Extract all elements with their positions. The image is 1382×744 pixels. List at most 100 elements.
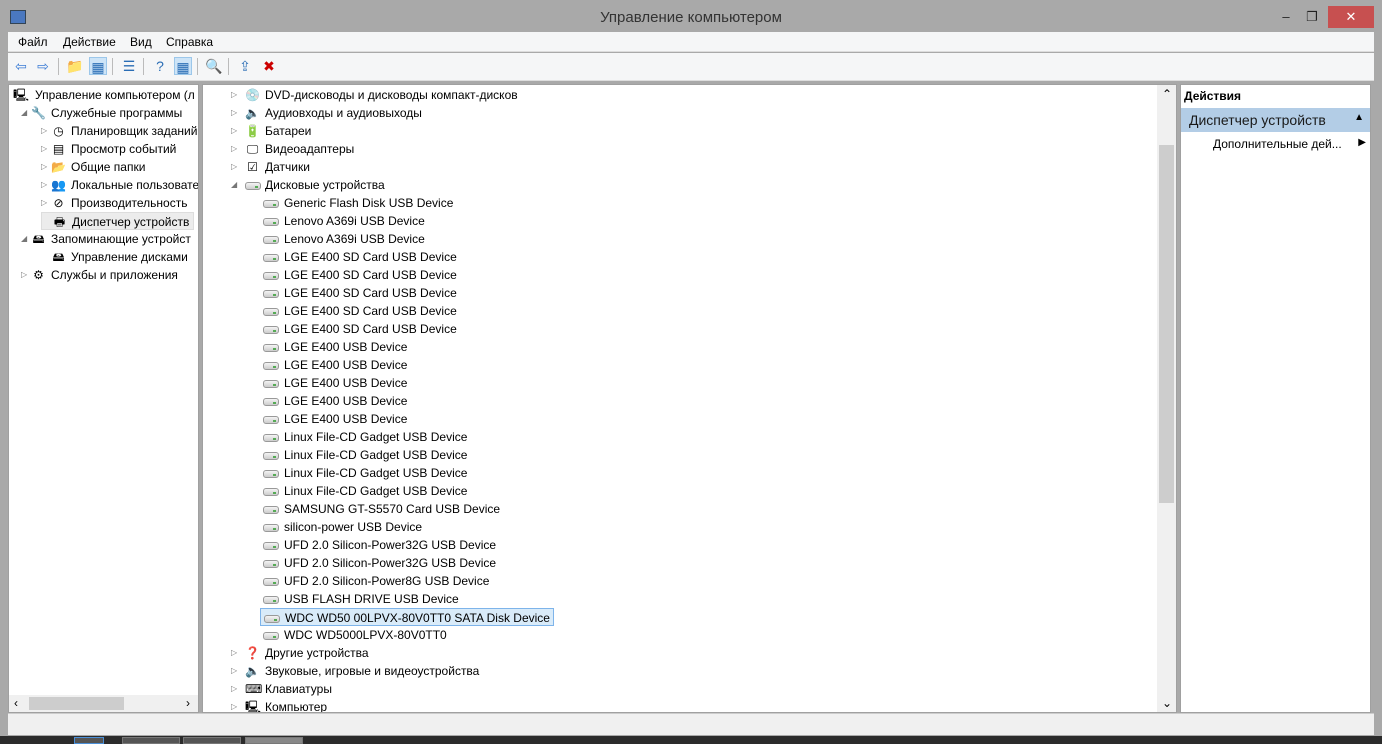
uninstall-button[interactable]: ✖	[260, 57, 278, 75]
tree-item[interactable]: 🖴 Управление дисками	[41, 248, 188, 266]
device-item[interactable]: SAMSUNG GT-S5570 Card USB Device	[260, 500, 503, 518]
device-label: Linux File-CD Gadget USB Device	[284, 448, 468, 462]
device-category[interactable]: ▷ 🔈 Аудиовходы и аудиовыходы	[231, 104, 422, 122]
scroll-up-button[interactable]: ⌃	[1162, 87, 1172, 101]
expand-icon[interactable]: ▷	[231, 140, 237, 158]
expand-icon[interactable]: ▷	[41, 176, 47, 194]
device-item[interactable]: LGE E400 USB Device	[260, 338, 410, 356]
show-hide-action-pane-button[interactable]: ▦	[174, 57, 192, 75]
tree-item[interactable]: ◢ 🔧 Служебные программы	[21, 104, 182, 122]
device-category[interactable]: ▷ 🔈 Звуковые, игровые и видеоустройства	[231, 662, 479, 680]
scan-hardware-button[interactable]: 🔍	[205, 57, 223, 75]
tree-item[interactable]: ◢ 🖴 Запоминающие устройст	[21, 230, 191, 248]
taskbar-app[interactable]	[122, 737, 180, 744]
tree-item[interactable]: ▷ ◷ Планировщик заданий	[41, 122, 197, 140]
device-category[interactable]: ▷ 💿 DVD-дисководы и дисководы компакт-диск…	[231, 86, 518, 104]
tree-item[interactable]: ▷ 👥 Локальные пользовате	[41, 176, 198, 194]
taskbar-app[interactable]	[183, 737, 241, 744]
tree-item[interactable]: ▷ ⚙ Службы и приложения	[21, 266, 178, 284]
tree-item[interactable]: ▷ 📂 Общие папки	[41, 158, 145, 176]
device-category[interactable]: ▷ 🔋 Батареи	[231, 122, 311, 140]
device-category[interactable]: ▷ ❓ Другие устройства	[231, 644, 369, 662]
expand-icon[interactable]: ▷	[231, 698, 237, 712]
device-item[interactable]: LGE E400 SD Card USB Device	[260, 284, 460, 302]
collapse-icon[interactable]: ◢	[231, 176, 237, 194]
disk-drive-icon	[263, 488, 279, 496]
device-item[interactable]: Linux File-CD Gadget USB Device	[260, 464, 470, 482]
device-item[interactable]: Lenovo A369i USB Device	[260, 212, 428, 230]
tree-item[interactable]: ▷ ⊘ Производительность	[41, 194, 187, 212]
up-folder-button[interactable]: 📁	[66, 57, 84, 75]
device-item[interactable]: Linux File-CD Gadget USB Device	[260, 446, 470, 464]
show-hide-tree-button[interactable]: ▦	[89, 57, 107, 75]
device-category[interactable]: ▷ ☑ Датчики	[231, 158, 310, 176]
properties-button[interactable]: ☰	[120, 57, 138, 75]
tree-item[interactable]: ▷ ▤ Просмотр событий	[41, 140, 176, 158]
expand-icon[interactable]: ▷	[231, 662, 237, 680]
menu-view[interactable]: Вид	[130, 35, 152, 49]
expand-icon[interactable]: ▷	[21, 266, 27, 284]
more-actions-item[interactable]: Дополнительные дей... ▶	[1213, 137, 1368, 151]
device-category[interactable]: ◢ Дисковые устройства	[231, 176, 385, 194]
expand-icon[interactable]: ▷	[41, 194, 47, 212]
scroll-right-button[interactable]: ›	[186, 696, 190, 710]
horizontal-scrollbar[interactable]: ‹ ›	[9, 695, 198, 712]
expand-icon[interactable]: ▷	[41, 158, 47, 176]
device-item[interactable]: Generic Flash Disk USB Device	[260, 194, 456, 212]
device-item[interactable]: LGE E400 USB Device	[260, 374, 410, 392]
expand-icon[interactable]: ▷	[231, 122, 237, 140]
device-item[interactable]: LGE E400 SD Card USB Device	[260, 266, 460, 284]
expand-icon[interactable]: ▷	[231, 158, 237, 176]
tree-item[interactable]: 🖶 Диспетчер устройств	[41, 212, 195, 230]
device-item[interactable]: UFD 2.0 Silicon-Power8G USB Device	[260, 572, 492, 590]
expand-icon[interactable]: ▷	[41, 140, 47, 158]
vertical-scrollbar[interactable]: ⌃ ⌄	[1157, 85, 1176, 712]
actions-section-device-manager[interactable]: Диспетчер устройств ▲	[1181, 108, 1370, 132]
scroll-left-button[interactable]: ‹	[14, 696, 18, 710]
scroll-down-button[interactable]: ⌄	[1162, 696, 1172, 710]
shared-folders-icon: 📂	[51, 160, 66, 174]
expand-icon[interactable]: ▷	[231, 86, 237, 104]
device-category[interactable]: ▷ 🖳 Компьютер	[231, 698, 327, 712]
device-item[interactable]: Linux File-CD Gadget USB Device	[260, 428, 470, 446]
device-item[interactable]: Linux File-CD Gadget USB Device	[260, 482, 470, 500]
device-item[interactable]: LGE E400 SD Card USB Device	[260, 302, 460, 320]
help-button[interactable]: ?	[151, 57, 169, 75]
back-button[interactable]: ⇦	[12, 57, 30, 75]
device-item[interactable]: WDC WD50 00LPVX-80V0TT0 SATA Disk Device	[260, 608, 554, 626]
tree-item[interactable]: 🖳 Управление компьютером (л	[13, 86, 195, 104]
tree-item-label: Управление дисками	[71, 250, 188, 264]
restore-button[interactable]: ❐	[1298, 6, 1326, 28]
device-item[interactable]: UFD 2.0 Silicon-Power32G USB Device	[260, 554, 499, 572]
menu-file[interactable]: Файл	[18, 35, 48, 49]
taskbar-app[interactable]	[74, 737, 104, 744]
device-item[interactable]: silicon-power USB Device	[260, 518, 425, 536]
device-category[interactable]: ▷ 🖵 Видеоадаптеры	[231, 140, 354, 158]
device-item[interactable]: UFD 2.0 Silicon-Power32G USB Device	[260, 536, 499, 554]
device-item[interactable]: LGE E400 USB Device	[260, 410, 410, 428]
expand-icon[interactable]: ▷	[231, 644, 237, 662]
menu-help[interactable]: Справка	[166, 35, 213, 49]
device-item[interactable]: Lenovo A369i USB Device	[260, 230, 428, 248]
device-item[interactable]: LGE E400 USB Device	[260, 392, 410, 410]
scrollbar-thumb[interactable]	[1159, 145, 1174, 503]
expand-icon[interactable]: ▷	[231, 104, 237, 122]
close-button[interactable]: ✕	[1328, 6, 1374, 28]
collapse-icon[interactable]: ◢	[21, 230, 27, 248]
update-driver-button[interactable]: ⇪	[236, 57, 254, 75]
menu-action[interactable]: Действие	[63, 35, 116, 49]
expand-icon[interactable]: ▷	[41, 122, 47, 140]
device-item[interactable]: USB FLASH DRIVE USB Device	[260, 590, 462, 608]
scrollbar-thumb[interactable]	[29, 697, 124, 710]
minimize-button[interactable]: –	[1272, 6, 1300, 28]
device-item[interactable]: LGE E400 SD Card USB Device	[260, 320, 460, 338]
device-item[interactable]: WDC WD5000LPVX-80V0TT0	[260, 626, 450, 644]
taskbar-app[interactable]	[245, 737, 303, 744]
expand-icon[interactable]: ▷	[231, 680, 237, 698]
disk-drive-icon	[263, 236, 279, 244]
device-item[interactable]: LGE E400 USB Device	[260, 356, 410, 374]
forward-button[interactable]: ⇨	[34, 57, 52, 75]
collapse-icon[interactable]: ◢	[21, 104, 27, 122]
device-item[interactable]: LGE E400 SD Card USB Device	[260, 248, 460, 266]
device-category[interactable]: ▷ ⌨ Клавиатуры	[231, 680, 332, 698]
